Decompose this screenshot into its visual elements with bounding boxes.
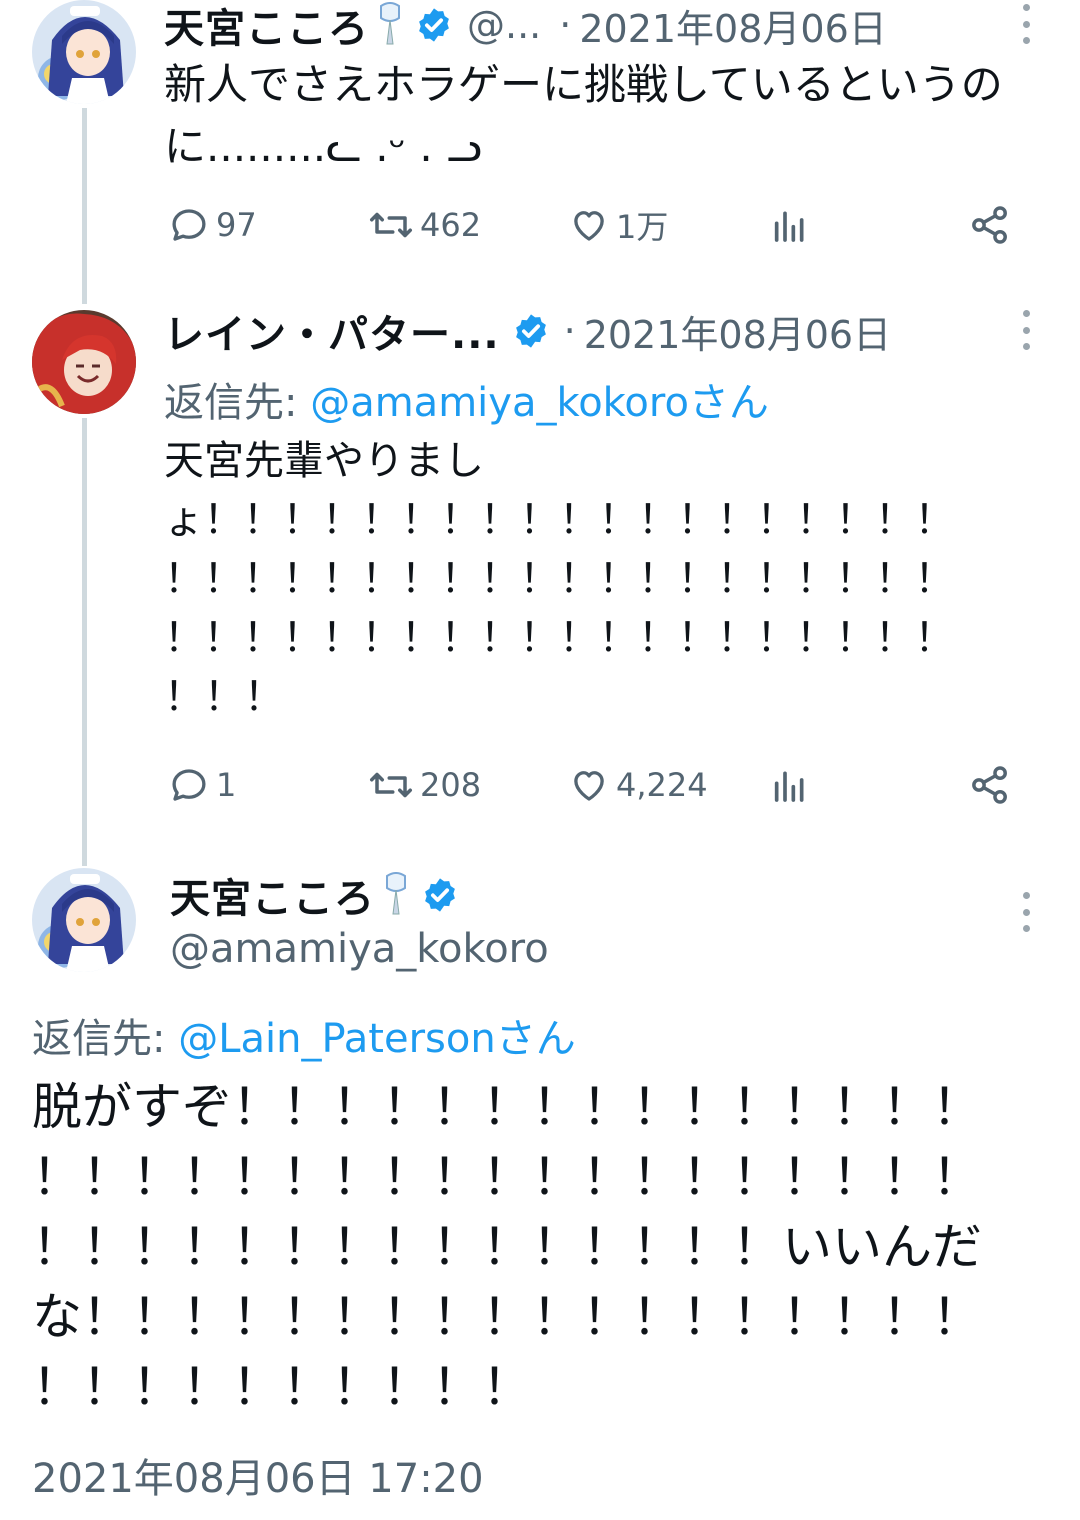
verified-badge-icon <box>512 312 550 350</box>
reply-to: 返信先: @Lain_Patersonさん <box>32 1006 576 1064</box>
tweet-header: 天宮こころ <box>170 870 459 922</box>
reply-button[interactable]: 97 <box>168 200 257 250</box>
avatar[interactable] <box>32 0 136 104</box>
tweet-actions: 1 208 4,224 <box>164 760 1024 810</box>
tweet-header: レイン・パター... · 2021年08月06日 <box>164 304 891 359</box>
display-name[interactable]: 天宮こころ <box>164 0 369 54</box>
reply-mention-link[interactable]: @Lain_Patersonさん <box>178 1016 576 1062</box>
tweet-text-line: ！！！！！！！！！！ <box>32 1358 532 1416</box>
reply-to: 返信先: @amamiya_kokoroさん <box>164 370 769 428</box>
reply-to-label: 返信先: <box>164 380 311 426</box>
avatar[interactable] <box>32 868 136 972</box>
tweet-text-line: 天宮先輩やりまし <box>164 438 484 484</box>
retweet-count: 208 <box>420 766 482 804</box>
reply-button[interactable]: 1 <box>168 760 236 810</box>
tweet-text-line: ょ！！！！！！！！！！！！！！！！！！！ <box>164 497 955 543</box>
tweet-text-line: な！！！！！！！！！！！！！！！！！！ <box>32 1288 982 1346</box>
like-count: 1万 <box>616 208 669 246</box>
thread-line <box>82 108 87 304</box>
display-name[interactable]: 天宮こころ <box>170 866 375 924</box>
reply-count: 1 <box>216 766 237 804</box>
more-options-icon[interactable] <box>1021 310 1031 350</box>
handle[interactable]: @amamiya_kokoro <box>170 926 549 972</box>
speech-bubble-icon <box>172 209 206 241</box>
tweet-text-line: に.........ᓚ .ᵕ . ᓗ <box>164 122 482 171</box>
more-options-icon[interactable] <box>1021 4 1031 44</box>
wind-chime-icon <box>381 872 411 918</box>
verified-badge-icon <box>421 876 459 914</box>
tweet-text: 天宮先輩やりまし ょ！！！！！！！！！！！！！！！！！！！ ！！！！！！！！！！… <box>164 432 1044 727</box>
bar-chart-icon <box>774 211 804 242</box>
like-count: 4,224 <box>616 766 708 804</box>
tweet-text-line: ！！！！！！！！！！！！！！！！！！！！ <box>164 556 955 602</box>
tweet-text-line: 新人でさえホラゲーに挑戦しているというの <box>164 60 1003 109</box>
separator-dot: · <box>559 3 572 47</box>
tweet-date[interactable]: 2021年08月06日 <box>584 304 891 359</box>
share-nodes-icon <box>972 206 1007 244</box>
heart-icon <box>574 211 604 241</box>
tweet-header: 天宮こころ @... · 2021年08月06日 <box>164 0 887 53</box>
retweet-button[interactable]: 208 <box>368 760 481 810</box>
tweet-text-line: ！！！ <box>164 674 284 720</box>
retweet-arrows-icon <box>370 212 412 238</box>
handle[interactable]: @... <box>467 3 541 47</box>
tweet-actions: 97 462 1万 <box>164 200 1024 250</box>
avatar[interactable] <box>32 310 136 414</box>
retweet-button[interactable]: 462 <box>368 200 481 250</box>
verified-badge-icon <box>415 6 453 44</box>
views-button[interactable] <box>770 200 810 250</box>
tweet-text-line: ！！！！！！！！！！！！！！！！！！！ <box>32 1148 982 1206</box>
tweet-text-line: 脱がすぞ！！！！！！！！！！！！！！！ <box>32 1078 982 1136</box>
reply-count: 97 <box>216 206 257 244</box>
tweet-text-line: ！！！！！！！！！！！！！！！！！！！！ <box>164 615 955 661</box>
more-options-icon[interactable] <box>1021 892 1031 932</box>
display-name[interactable]: レイン・パター... <box>164 302 500 360</box>
bar-chart-icon <box>774 771 804 802</box>
tweet-text: 新人でさえホラゲーに挑戦しているというの に.........ᓚ .ᵕ . ᓗ <box>164 54 1064 178</box>
separator-dot: · <box>563 309 576 353</box>
like-button[interactable]: 1万 <box>568 200 668 250</box>
wind-chime-icon <box>375 2 405 48</box>
heart-icon <box>574 771 604 801</box>
speech-bubble-icon <box>172 769 206 801</box>
tweet-date[interactable]: 2021年08月06日 <box>579 0 886 53</box>
retweet-count: 462 <box>420 206 482 244</box>
reply-mention-link[interactable]: @amamiya_kokoroさん <box>310 380 769 426</box>
share-nodes-icon <box>972 766 1007 804</box>
reply-to-label: 返信先: <box>32 1016 179 1062</box>
tweet-text-line: ！！！！！！！！！！！！！！！いいんだ <box>32 1218 982 1276</box>
thread-line <box>82 418 87 866</box>
share-button[interactable] <box>968 200 1012 250</box>
views-button[interactable] <box>770 760 810 810</box>
tweet-text: 脱がすぞ！！！！！！！！！！！！！！！ ！！！！！！！！！！！！！！！！！！！ … <box>32 1072 1042 1422</box>
retweet-arrows-icon <box>370 772 412 798</box>
share-button[interactable] <box>968 760 1012 810</box>
tweet-timestamp[interactable]: 2021年08月06日 17:20 <box>32 1446 484 1504</box>
like-button[interactable]: 4,224 <box>568 760 708 810</box>
